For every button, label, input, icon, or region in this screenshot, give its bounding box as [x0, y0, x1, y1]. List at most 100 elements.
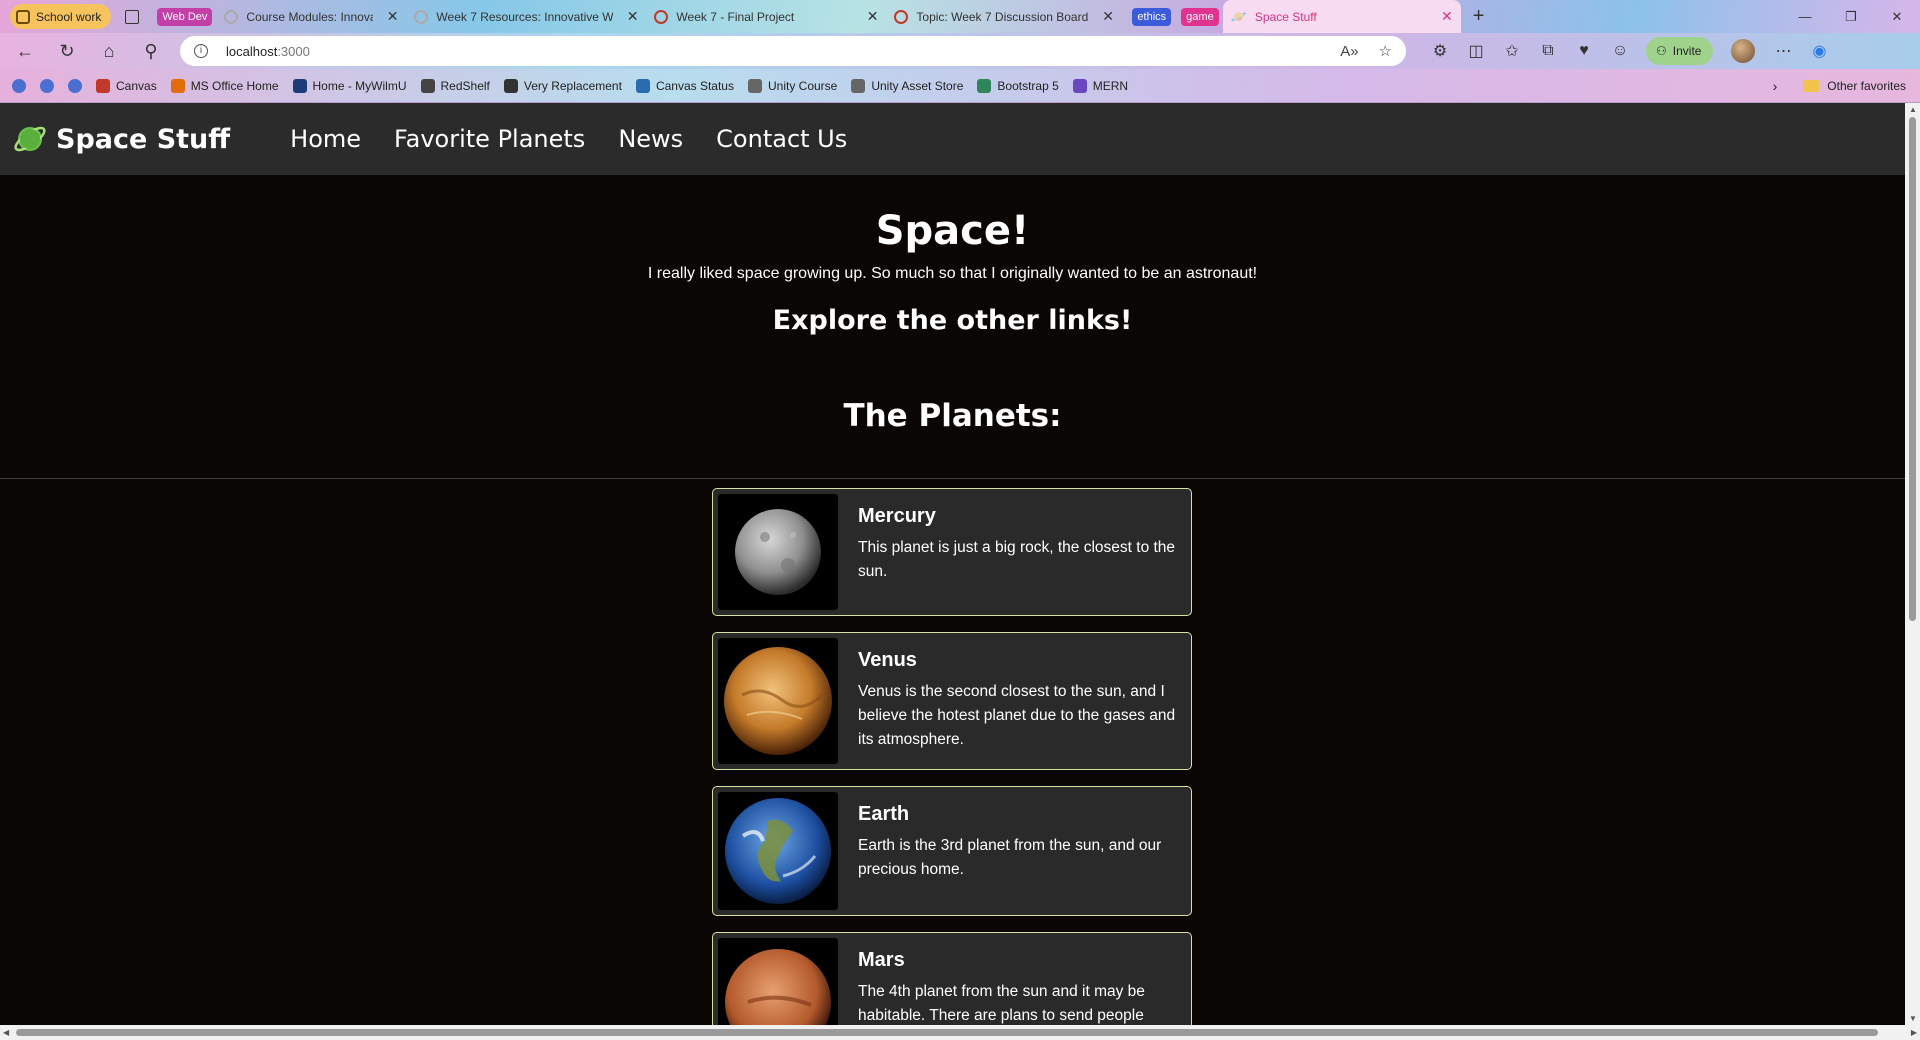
horizontal-scrollbar[interactable]: ◀ ▶: [0, 1025, 1920, 1040]
mars-planet-icon: [725, 949, 831, 1025]
workspace-button[interactable]: School work: [10, 4, 112, 29]
maximize-button[interactable]: ❐: [1828, 0, 1874, 33]
brand-link[interactable]: Space Stuff: [12, 121, 230, 157]
bookmark-label: Canvas: [116, 78, 157, 93]
tab-group-webdev[interactable]: Web Dev: [157, 7, 213, 26]
extensions-icon[interactable]: ⚙: [1422, 41, 1458, 61]
scroll-left-arrow-icon[interactable]: ◀: [3, 1028, 9, 1037]
card-body: Venus Venus is the second closest to the…: [858, 649, 1177, 752]
planets-heading: The Planets:: [843, 398, 1062, 434]
bookmark-unity-course[interactable]: Unity Course: [747, 78, 838, 93]
scrollbar-thumb[interactable]: [16, 1029, 1878, 1036]
other-favorites-label: Other favorites: [1827, 78, 1906, 93]
scroll-down-arrow-icon[interactable]: ▼: [1909, 1014, 1917, 1023]
scrollbar-thumb[interactable]: [1909, 117, 1916, 621]
chevron-right-icon[interactable]: ›: [1773, 78, 1778, 94]
bookmark-ms-office-home[interactable]: MS Office Home: [170, 78, 279, 93]
bookmark-mern[interactable]: MERN: [1072, 78, 1129, 93]
bookmark-redshelf[interactable]: RedShelf: [420, 78, 490, 93]
other-favorites[interactable]: › Other favorites: [1773, 78, 1906, 94]
browser-essentials-icon[interactable]: ♥: [1566, 42, 1602, 60]
close-window-button[interactable]: ✕: [1874, 0, 1920, 33]
bookmark-canvas-status[interactable]: Canvas Status: [635, 78, 734, 93]
search-icon[interactable]: ⚲: [134, 41, 168, 62]
bookmark-label: Unity Course: [767, 78, 838, 93]
refresh-icon[interactable]: ↻: [50, 41, 84, 62]
brand-text: Space Stuff: [56, 123, 231, 155]
planet-name: Mars: [858, 949, 905, 971]
favorite-star-icon[interactable]: ☆: [1379, 42, 1392, 60]
site-info-icon[interactable]: i: [194, 44, 208, 58]
tab-actions-icon[interactable]: [125, 9, 140, 24]
url-input[interactable]: i localhost:3000 A» ☆: [180, 36, 1406, 66]
copilot-icon[interactable]: ◉: [1801, 41, 1837, 61]
bookmark-unity-asset-store[interactable]: Unity Asset Store: [851, 78, 963, 93]
planet-name: Earth: [858, 803, 910, 825]
tab-discussion-board[interactable]: Topic: Week 7 Discussion Board ✕: [886, 0, 1126, 33]
tab-course-modules[interactable]: Course Modules: Innovative Web ✕: [216, 0, 406, 33]
w-icon: [977, 78, 992, 93]
bookmark-home-mywilmu[interactable]: Home - MyWilmU: [292, 78, 407, 93]
scroll-right-arrow-icon[interactable]: ▶: [1911, 1028, 1917, 1037]
close-icon[interactable]: ✕: [1102, 8, 1114, 25]
tab-week7-resources[interactable]: Week 7 Resources: Innovative W ✕: [406, 0, 646, 33]
close-icon[interactable]: ✕: [1441, 8, 1453, 25]
collections-icon[interactable]: ⧉: [1530, 42, 1566, 60]
read-aloud-icon[interactable]: A»: [1340, 43, 1358, 60]
hero-title: Space!: [875, 208, 1030, 254]
invite-button[interactable]: ⚇ Invite: [1646, 37, 1714, 65]
nav-contact-us[interactable]: Contact Us: [716, 125, 847, 153]
planet-name: Mercury: [858, 505, 936, 527]
canvas-icon: [96, 78, 110, 93]
tab-group-ethics[interactable]: ethics: [1132, 7, 1172, 26]
planet-description: This planet is just a big rock, the clos…: [858, 539, 1176, 580]
bookmark-bootstrap-5[interactable]: Bootstrap 5: [977, 78, 1059, 93]
scroll-up-arrow-icon[interactable]: ▲: [1909, 105, 1917, 114]
vertical-scrollbar[interactable]: ▲ ▼: [1905, 103, 1920, 1025]
venus-planet-icon: [724, 647, 832, 755]
nav-home[interactable]: Home: [290, 125, 361, 153]
planet-logo-icon: [14, 126, 46, 152]
back-icon[interactable]: ←: [8, 41, 42, 62]
bookmark-canvas[interactable]: Canvas: [96, 78, 157, 93]
minimize-button[interactable]: —: [1782, 0, 1828, 33]
react-icon: [1072, 78, 1087, 93]
tab-final-project[interactable]: Week 7 - Final Project ✕: [646, 0, 886, 33]
planet-card-mars: Mars The 4th planet from the sun and it …: [712, 932, 1192, 1025]
earth-image: [718, 792, 838, 910]
tab-space-stuff[interactable]: 🪐 Space Stuff ✕: [1222, 0, 1461, 33]
bookmark-label: Home - MyWilmU: [312, 78, 407, 93]
earth-planet-icon: [725, 798, 831, 904]
bookmark-label: Very Replacement: [523, 78, 622, 93]
more-icon[interactable]: ⋯: [1765, 41, 1801, 61]
bookmark-very-replacement[interactable]: Very Replacement: [503, 78, 622, 93]
mars-image: [718, 938, 838, 1025]
unity-icon: [747, 78, 762, 93]
card-body: Mars The 4th planet from the sun and it …: [858, 949, 1177, 1025]
profile-avatar[interactable]: [1731, 39, 1756, 63]
feedback-icon[interactable]: ☺: [1602, 42, 1638, 60]
bookmark-search-icon[interactable]: [12, 78, 26, 93]
split-screen-icon[interactable]: ◫: [1458, 41, 1494, 61]
close-icon[interactable]: ✕: [627, 8, 639, 25]
nav-favorite-planets[interactable]: Favorite Planets: [394, 125, 585, 153]
window-controls: — ❐ ✕: [1782, 0, 1920, 33]
favorites-icon[interactable]: ✩: [1494, 41, 1530, 61]
bookmark-outlook-icon[interactable]: [68, 78, 82, 93]
hero-text: I really liked space growing up. So much…: [647, 265, 1258, 282]
document-icon: [420, 78, 435, 93]
nav-links: Home Favorite Planets News Contact Us: [290, 125, 847, 153]
venus-image: [718, 638, 838, 764]
bookmark-label: MERN: [1092, 78, 1129, 93]
close-icon[interactable]: ✕: [387, 8, 399, 25]
mercury-planet-icon: [735, 509, 821, 595]
status-icon: [635, 78, 650, 93]
new-tab-button[interactable]: +: [1473, 5, 1485, 28]
tab-group-game[interactable]: game: [1181, 7, 1219, 26]
bookmark-google-icon[interactable]: [40, 78, 54, 93]
nav-news[interactable]: News: [618, 125, 683, 153]
address-bar-row: ← ↻ ⌂ ⚲ i localhost:3000 A» ☆ ⚙ ◫ ✩ ⧉ ♥ …: [0, 33, 1920, 69]
canvas-icon: [894, 9, 909, 24]
close-icon[interactable]: ✕: [867, 8, 879, 25]
home-icon[interactable]: ⌂: [92, 41, 126, 62]
